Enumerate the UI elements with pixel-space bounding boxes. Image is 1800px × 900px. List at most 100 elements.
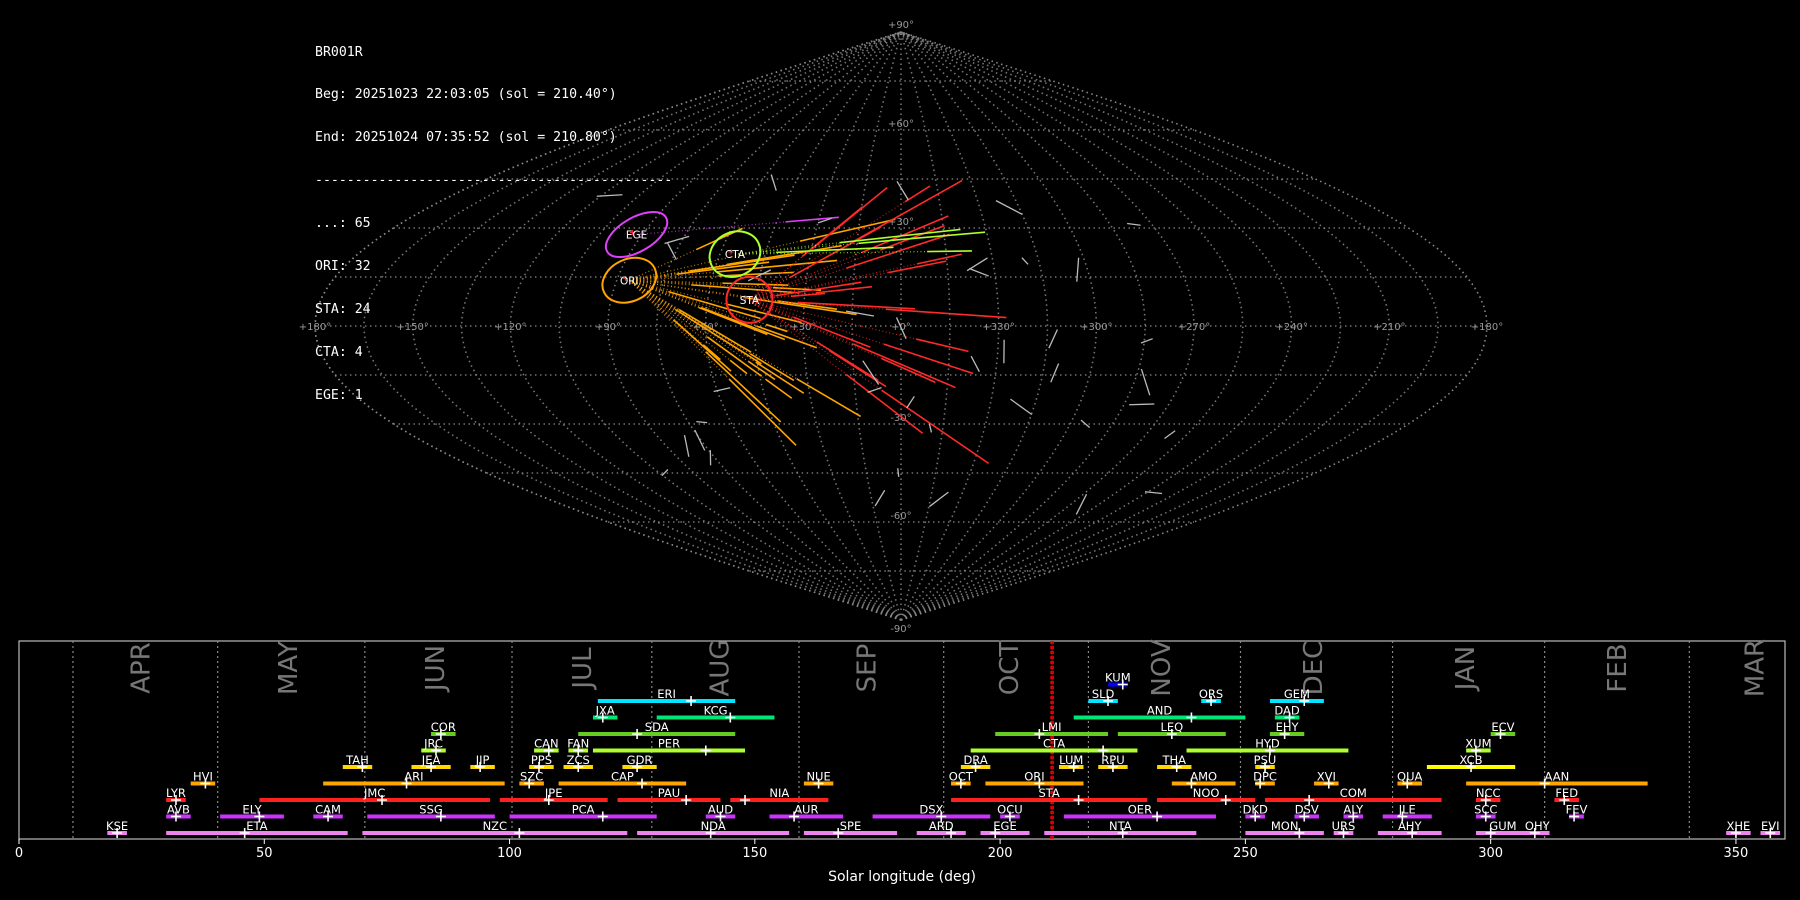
shower-label: QUA: [1397, 770, 1422, 784]
shower-label: SZC: [520, 770, 543, 784]
shower-label: GUM: [1489, 819, 1516, 833]
shower-label: XHE: [1726, 819, 1750, 833]
shower-label: URS: [1332, 819, 1356, 833]
shower-label: JMC: [363, 786, 385, 800]
shower-label: SSG: [419, 803, 443, 817]
shower-label: LYR: [166, 786, 186, 800]
shower-label: FED: [1555, 786, 1578, 800]
shower-label: XUM: [1465, 737, 1491, 751]
shower-label: JRC: [423, 737, 443, 751]
shower-label: ETA: [246, 819, 267, 833]
x-tick-label: 300: [1478, 846, 1503, 861]
month-label: NOV: [1147, 639, 1177, 696]
shower-label: JEA: [421, 753, 441, 767]
shower-label: AND: [1147, 704, 1172, 718]
shower-label: STA: [1039, 786, 1060, 800]
shower-label: KCG: [704, 704, 728, 718]
shower-label: OHY: [1525, 819, 1551, 833]
shower-label: NCC: [1476, 786, 1501, 800]
shower-label: SDA: [645, 720, 669, 734]
shower-label: ARD: [929, 819, 954, 833]
shower-label: JXA: [595, 704, 615, 718]
shower-label: OCT: [949, 770, 974, 784]
month-label: APR: [127, 642, 157, 694]
shower-label: ZCS: [567, 753, 590, 767]
shower-label: PSU: [1254, 753, 1277, 767]
shower-label: HVI: [193, 770, 213, 784]
month-label: MAR: [1741, 639, 1771, 697]
shower-label: AUR: [794, 803, 818, 817]
shower-label: ECV: [1491, 720, 1514, 734]
shower-label: MON: [1271, 819, 1299, 833]
shower-label: XCB: [1460, 753, 1483, 767]
shower-label: ERI: [657, 687, 676, 701]
shower-label: FEV: [1566, 803, 1588, 817]
month-label: JUN: [421, 645, 451, 693]
shower-label: NOO: [1193, 786, 1220, 800]
shower-label: FAN: [567, 737, 589, 751]
shower-label: CAM: [315, 803, 341, 817]
x-tick-label: 350: [1724, 846, 1749, 861]
month-label: JUL: [568, 647, 598, 691]
shower-label: NUE: [806, 770, 830, 784]
x-axis-label: Solar longitude (deg): [828, 869, 976, 885]
shower-label: SLD: [1092, 687, 1115, 701]
shower-timeline-chart: APR MAY JUN JUL AUG SEP OCT NOV DEC JAN FEB MARKUME…: [15, 639, 1786, 885]
shower-label: THA: [1161, 753, 1186, 767]
shower-label: AHY: [1398, 819, 1423, 833]
shower-label: PPS: [531, 753, 552, 767]
shower-label: KUM: [1105, 671, 1131, 685]
shower-label: PCA: [572, 803, 595, 817]
shower-label: ALY: [1343, 803, 1364, 817]
shower-label: HYD: [1255, 737, 1280, 751]
shower-label: GEM: [1284, 687, 1310, 701]
shower-label: CAN: [534, 737, 559, 751]
shower-label: NTA: [1109, 819, 1132, 833]
shower-label: SPE: [840, 819, 862, 833]
shower-label: DKD: [1243, 803, 1268, 817]
shower-label: COM: [1340, 786, 1367, 800]
shower-label: CTA: [1043, 737, 1065, 751]
shower-label: ELY: [242, 803, 262, 817]
shower-label: ORS: [1199, 687, 1223, 701]
shower-label: LUM: [1059, 753, 1083, 767]
x-tick-label: 200: [988, 846, 1013, 861]
shower-label: AVB: [167, 803, 190, 817]
month-label: OCT: [995, 641, 1025, 696]
shower-label: JIP: [475, 753, 490, 767]
shower-label: DSX: [919, 803, 943, 817]
shower-label: DPC: [1253, 770, 1277, 784]
shower-label: GDR: [627, 753, 653, 767]
month-label: SEP: [853, 644, 883, 693]
shower-label: AAN: [1545, 770, 1570, 784]
shower-label: AMO: [1190, 770, 1217, 784]
shower-label: KSE: [106, 819, 128, 833]
shower-label: DAD: [1274, 704, 1300, 718]
shower-label: NZC: [483, 819, 508, 833]
month-label: AUG: [705, 640, 735, 697]
shower-label: JPE: [544, 786, 563, 800]
shower-label: SCC: [1474, 803, 1497, 817]
month-label: MAY: [274, 641, 304, 695]
x-tick-label: 50: [256, 846, 273, 861]
shower-label: CAP: [611, 770, 634, 784]
shower-label: EGE: [993, 819, 1016, 833]
x-tick-label: 250: [1233, 846, 1258, 861]
shower-label: OER: [1128, 803, 1152, 817]
shower-label: COR: [431, 720, 456, 734]
shower-label: PAU: [658, 786, 680, 800]
shower-label: LMI: [1042, 720, 1062, 734]
shower-label: DRA: [963, 753, 987, 767]
x-tick-label: 0: [15, 846, 23, 861]
shower-label: PER: [658, 737, 680, 751]
month-label: FEB: [1603, 643, 1633, 692]
shower-label: LEQ: [1160, 720, 1183, 734]
shower-label: OCU: [997, 803, 1023, 817]
shower-label: DSV: [1295, 803, 1319, 817]
shower-label: EVI: [1761, 819, 1780, 833]
shower-label: TAH: [345, 753, 369, 767]
shower-label: RPU: [1101, 753, 1124, 767]
shower-label: XVI: [1317, 770, 1336, 784]
shower-label: EHY: [1276, 720, 1300, 734]
shower-label: ORI: [1024, 770, 1044, 784]
